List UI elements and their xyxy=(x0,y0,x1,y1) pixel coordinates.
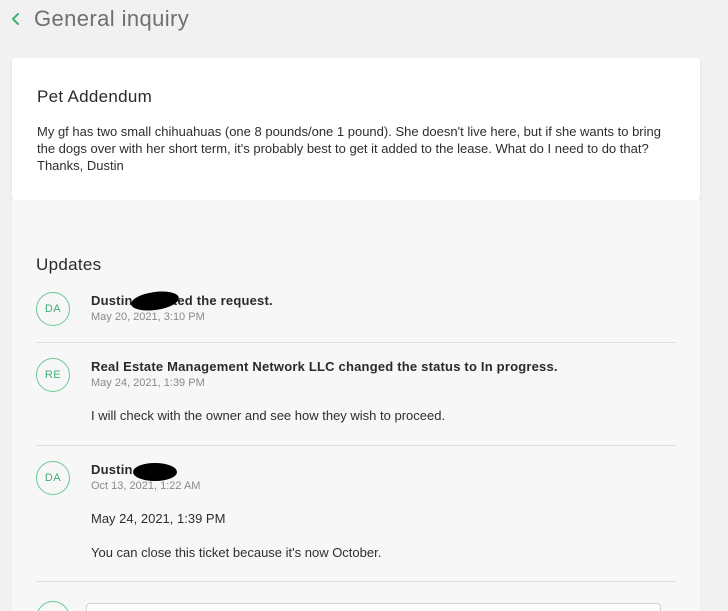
update-timestamp: May 24, 2021, 1:39 PM xyxy=(91,377,205,389)
divider xyxy=(36,445,676,446)
update-timestamp: Oct 13, 2021, 1:22 AM xyxy=(91,480,201,492)
update-title: Dustin xyxy=(91,462,133,477)
request-title: Pet Addendum xyxy=(37,87,153,106)
redaction-mark xyxy=(133,463,177,481)
request-card: Pet Addendum My gf has two small chihuah… xyxy=(12,58,700,200)
update-item: DA Dustin ubmitted the request. May 20, … xyxy=(36,288,676,332)
update-message: You can close this ticket because it's n… xyxy=(91,545,382,560)
update-title: Real Estate Management Network LLC chang… xyxy=(91,359,558,374)
update-timestamp: May 20, 2021, 3:10 PM xyxy=(91,311,205,323)
updates-heading: Updates xyxy=(36,255,102,274)
page-title: General inquiry xyxy=(34,6,190,31)
update-message: May 24, 2021, 1:39 PM xyxy=(91,511,226,526)
page-header: General inquiry xyxy=(0,0,728,44)
update-item: DA Dustin Oct 13, 2021, 1:22 AM May 24, … xyxy=(36,461,676,571)
reply-input[interactable] xyxy=(86,603,661,611)
avatar: DA xyxy=(36,292,70,326)
avatar: RE xyxy=(36,358,70,392)
update-title: Dustin ubmitted the request. xyxy=(91,293,273,308)
update-item: RE Real Estate Management Network LLC ch… xyxy=(36,358,676,428)
avatar: DA xyxy=(36,461,70,495)
divider xyxy=(36,342,676,343)
back-chevron-icon[interactable] xyxy=(9,9,23,29)
update-message: I will check with the owner and see how … xyxy=(91,408,446,423)
request-body: My gf has two small chihuahuas (one 8 po… xyxy=(37,124,661,173)
divider xyxy=(36,581,676,582)
